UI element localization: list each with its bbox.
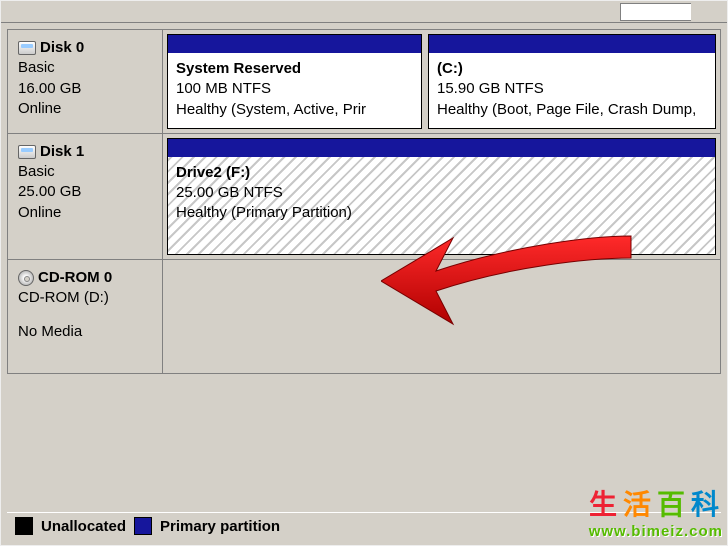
disk-management-window: Disk 0 Basic 16.00 GB Online System Rese… bbox=[0, 0, 728, 546]
volume-health: Healthy (Boot, Page File, Crash Dump, bbox=[437, 100, 707, 120]
partition-stripe bbox=[429, 35, 715, 53]
volume-area-1: Drive2 (F:) 25.00 GB NTFS Healthy (Prima… bbox=[163, 134, 720, 259]
volume-size: 25.00 GB NTFS bbox=[176, 183, 707, 203]
disk-row-1: Disk 1 Basic 25.00 GB Online Drive2 (F:)… bbox=[7, 133, 721, 259]
volume-health: Healthy (Primary Partition) bbox=[176, 203, 707, 223]
volume-area-0: System Reserved 100 MB NTFS Healthy (Sys… bbox=[163, 30, 720, 133]
drive-icon bbox=[18, 145, 36, 159]
disk-name: Disk 0 bbox=[40, 38, 84, 58]
disk-row-0: Disk 0 Basic 16.00 GB Online System Rese… bbox=[7, 29, 721, 133]
drive-icon bbox=[18, 41, 36, 55]
partition-stripe bbox=[168, 139, 715, 157]
volume-size: 15.90 GB NTFS bbox=[437, 79, 707, 99]
disk-capacity: 16.00 GB bbox=[18, 79, 154, 99]
no-media-area bbox=[163, 260, 720, 373]
volume-c[interactable]: (C:) 15.90 GB NTFS Healthy (Boot, Page F… bbox=[428, 34, 716, 129]
legend-swatch-primary bbox=[134, 517, 152, 535]
volume-name: (C:) bbox=[437, 59, 707, 79]
disk-header-cdrom[interactable]: CD-ROM 0 CD-ROM (D:) No Media bbox=[8, 260, 163, 373]
volume-name: Drive2 (F:) bbox=[176, 163, 707, 183]
toolbar-area bbox=[1, 1, 727, 23]
disk-name: CD-ROM 0 bbox=[38, 268, 112, 288]
disk-status: Online bbox=[18, 203, 154, 223]
legend-label-unallocated: Unallocated bbox=[41, 518, 126, 535]
disk-layout-panel: Disk 0 Basic 16.00 GB Online System Rese… bbox=[7, 29, 721, 374]
disk-type: Basic bbox=[18, 58, 154, 78]
volume-system-reserved[interactable]: System Reserved 100 MB NTFS Healthy (Sys… bbox=[167, 34, 422, 129]
disk-status: Online bbox=[18, 99, 154, 119]
volume-name: System Reserved bbox=[176, 59, 413, 79]
volume-f[interactable]: Drive2 (F:) 25.00 GB NTFS Healthy (Prima… bbox=[167, 138, 716, 255]
legend-swatch-unallocated bbox=[15, 517, 33, 535]
volume-size: 100 MB NTFS bbox=[176, 79, 413, 99]
disk-capacity: 25.00 GB bbox=[18, 182, 154, 202]
disk-type: Basic bbox=[18, 162, 154, 182]
disk-header-1[interactable]: Disk 1 Basic 25.00 GB Online bbox=[8, 134, 163, 259]
legend: Unallocated Primary partition bbox=[7, 512, 721, 541]
disk-header-0[interactable]: Disk 0 Basic 16.00 GB Online bbox=[8, 30, 163, 133]
legend-label-primary: Primary partition bbox=[160, 518, 280, 535]
cdrom-icon bbox=[18, 270, 34, 286]
disk-name: Disk 1 bbox=[40, 142, 84, 162]
disk-type: CD-ROM (D:) bbox=[18, 288, 154, 308]
partition-stripe bbox=[168, 35, 421, 53]
disk-status: No Media bbox=[18, 322, 154, 342]
disk-row-cdrom: CD-ROM 0 CD-ROM (D:) No Media bbox=[7, 259, 721, 374]
volume-health: Healthy (System, Active, Prir bbox=[176, 100, 413, 120]
